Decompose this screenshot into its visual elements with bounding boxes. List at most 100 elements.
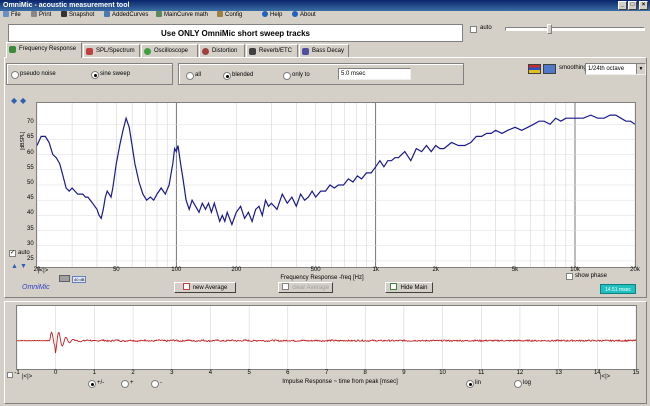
- tab-bass-decay[interactable]: Bass Decay: [299, 44, 349, 57]
- tab-reverb-etc[interactable]: Reverb/ETC: [246, 44, 298, 57]
- impulse-xtick-label: 9: [402, 370, 406, 376]
- freq-xtick-label: 20k: [630, 267, 640, 273]
- frequency-chart-svg: [37, 103, 635, 267]
- freq-xtick-label: 100: [171, 267, 182, 273]
- radio-pseudo-noise[interactable]: pseudo noise: [11, 70, 56, 79]
- show-phase-checkbox[interactable]: [566, 273, 573, 280]
- freq-ytick-label: 55: [27, 164, 34, 171]
- impulse-xtick-label: 5: [247, 370, 251, 376]
- freq-ytick-label: 45: [27, 195, 34, 202]
- level-slider-track[interactable]: [505, 27, 645, 31]
- menu-about[interactable]: About: [292, 11, 316, 20]
- menu-config[interactable]: Config: [217, 11, 242, 20]
- impulse-plot[interactable]: [16, 305, 637, 370]
- radio-scale-lin[interactable]: lin: [466, 379, 481, 388]
- freq-xtick-label: 500: [310, 267, 321, 273]
- help-icon: [262, 11, 268, 17]
- window-title: OmniMic - acoustic measurement tool: [3, 2, 130, 9]
- impulse-left-arrows-icon[interactable]: |<|>: [22, 374, 32, 380]
- printer-icon: [31, 11, 37, 17]
- level-slider-thumb[interactable]: [547, 24, 552, 34]
- menu-snapshot[interactable]: Snapshot: [61, 11, 94, 20]
- frequency-tab-icon: [9, 46, 16, 53]
- radio-only-to[interactable]: only to: [283, 71, 310, 80]
- tab-oscilloscope[interactable]: Oscilloscope: [141, 44, 198, 57]
- menu-help[interactable]: Help: [262, 11, 282, 20]
- radio-polarity-plus[interactable]: +: [121, 379, 134, 388]
- menu-print[interactable]: Print: [31, 11, 51, 20]
- scale-down-icon[interactable]: ▼: [20, 263, 27, 270]
- radio-polarity-minus[interactable]: -: [151, 379, 162, 388]
- delay-badge: 14.51 msec: [600, 284, 636, 294]
- auto-label: auto: [480, 25, 492, 31]
- freq-ytick-label: 35: [27, 225, 34, 232]
- curves-icon: [104, 11, 110, 17]
- hide-main-icon: [390, 283, 398, 290]
- info-icon: [292, 11, 298, 17]
- radio-all[interactable]: all: [186, 71, 201, 80]
- impulse-xtick-label: 1: [92, 370, 97, 376]
- zoom-in-icon[interactable]: ◆: [11, 96, 17, 105]
- clear-average-button[interactable]: clear Average: [278, 282, 333, 293]
- spectrum-tab-icon: [86, 48, 93, 55]
- freq-left-arrows-icon[interactable]: |<|>: [38, 268, 48, 274]
- radio-scale-log[interactable]: log: [514, 379, 531, 388]
- smoothing-label: smoothing: [559, 65, 587, 71]
- menu-file[interactable]: File: [3, 11, 21, 20]
- reverb-tab-icon: [249, 48, 256, 55]
- auto-scale-checkbox[interactable]: ✓: [9, 250, 16, 257]
- new-average-button[interactable]: new Average: [174, 282, 236, 293]
- gating-group: all blended only to 5.0 msec: [178, 63, 464, 85]
- title-bar: OmniMic - acoustic measurement tool _ □ …: [0, 0, 650, 11]
- freq-ytick-label: 50: [27, 180, 34, 186]
- impulse-xtick-label: 8: [363, 370, 367, 376]
- menu-added-curves[interactable]: AddedCurves: [104, 11, 148, 20]
- overlay-icon[interactable]: [543, 64, 556, 74]
- impulse-right-arrows-icon[interactable]: |<|>: [600, 374, 610, 380]
- gate-time-input[interactable]: 5.0 msec: [338, 68, 411, 80]
- minimize-button[interactable]: _: [618, 1, 627, 10]
- tab-frequency-response[interactable]: Frequency Response: [6, 42, 82, 58]
- chevron-down-icon: ▼: [636, 64, 645, 74]
- impulse-grid: [17, 306, 636, 369]
- show-phase-label: show phase: [575, 273, 608, 279]
- radio-sine-sweep[interactable]: sine sweep: [91, 70, 130, 79]
- tab-distortion[interactable]: Distortion: [199, 44, 245, 57]
- freq-ylabel: [dBSPL]: [20, 131, 26, 150]
- new-average-icon: [182, 283, 190, 290]
- freq-xtick-label: 5k: [511, 267, 519, 273]
- close-button[interactable]: ×: [639, 1, 648, 10]
- impulse-xtick-label: 2: [131, 370, 135, 376]
- menu-bar: File Print Snapshot AddedCurves MainCurv…: [0, 11, 650, 20]
- impulse-auto-checkbox[interactable]: [7, 372, 13, 378]
- impulse-xtick-label: 3: [170, 370, 174, 376]
- hide-main-button[interactable]: Hide Main: [385, 282, 433, 293]
- freq-scale-badge[interactable]: 40 dB: [72, 276, 87, 283]
- auto-checkbox[interactable]: [470, 26, 477, 33]
- wrench-icon: [217, 11, 223, 17]
- auto-scale-label: auto: [18, 250, 30, 256]
- freq-grid: [37, 103, 635, 267]
- freq-xtick-label: 2k: [432, 267, 439, 273]
- menu-maincurve-math[interactable]: MainCurve math: [156, 11, 208, 20]
- impulse-xtick-label: 11: [478, 370, 485, 376]
- maximize-button[interactable]: □: [628, 1, 637, 10]
- color-flag-icon[interactable]: [528, 64, 541, 74]
- radio-blended[interactable]: blended: [223, 71, 253, 80]
- freq-ytick-label: 60: [27, 149, 34, 156]
- impulse-xtick-label: -1: [14, 370, 20, 376]
- freq-ytick-label: 40: [27, 210, 34, 217]
- tab-spl-spectrum[interactable]: SPL/Spectrum: [83, 44, 140, 57]
- scale-up-icon[interactable]: ▲: [11, 263, 18, 270]
- file-icon: [3, 11, 9, 17]
- freq-ytick-label: 65: [27, 134, 34, 141]
- freq-scroll-handle[interactable]: [59, 275, 70, 282]
- freq-xtick-label: 1k: [372, 267, 379, 273]
- smoothing-select[interactable]: 1/24th octave ▼: [585, 63, 646, 75]
- radio-polarity-both[interactable]: +/-: [88, 379, 104, 388]
- zoom-out-icon[interactable]: ◆: [20, 96, 26, 105]
- freq-xtick-label: 200: [231, 267, 242, 273]
- impulse-xtick-label: 13: [555, 370, 562, 376]
- frequency-plot[interactable]: [36, 102, 636, 268]
- freq-ytick-label: 70: [27, 119, 34, 126]
